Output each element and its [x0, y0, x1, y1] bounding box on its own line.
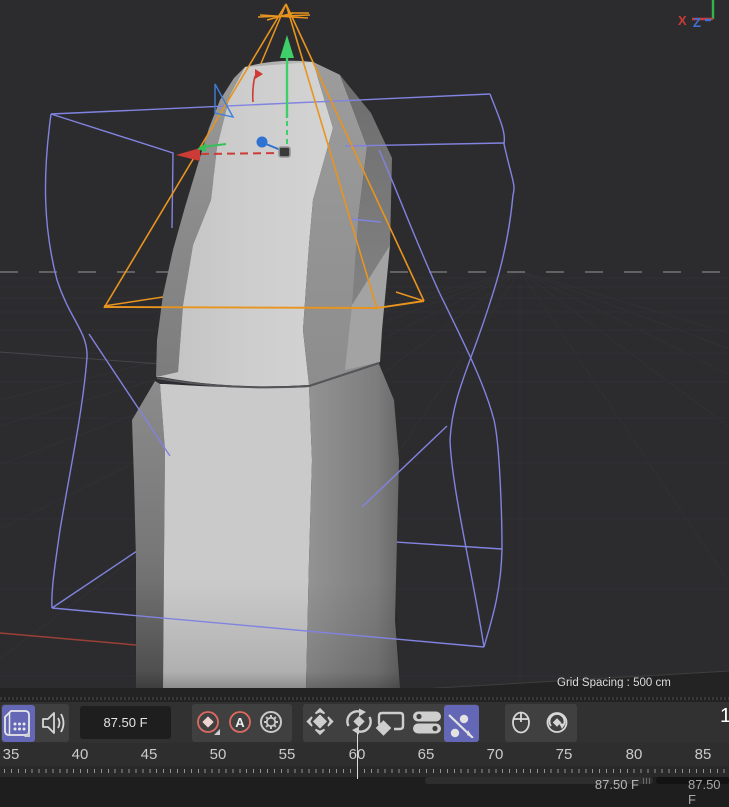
svg-text:X: X — [678, 13, 687, 28]
svg-text:A: A — [235, 715, 245, 730]
svg-text:Z: Z — [693, 15, 701, 30]
